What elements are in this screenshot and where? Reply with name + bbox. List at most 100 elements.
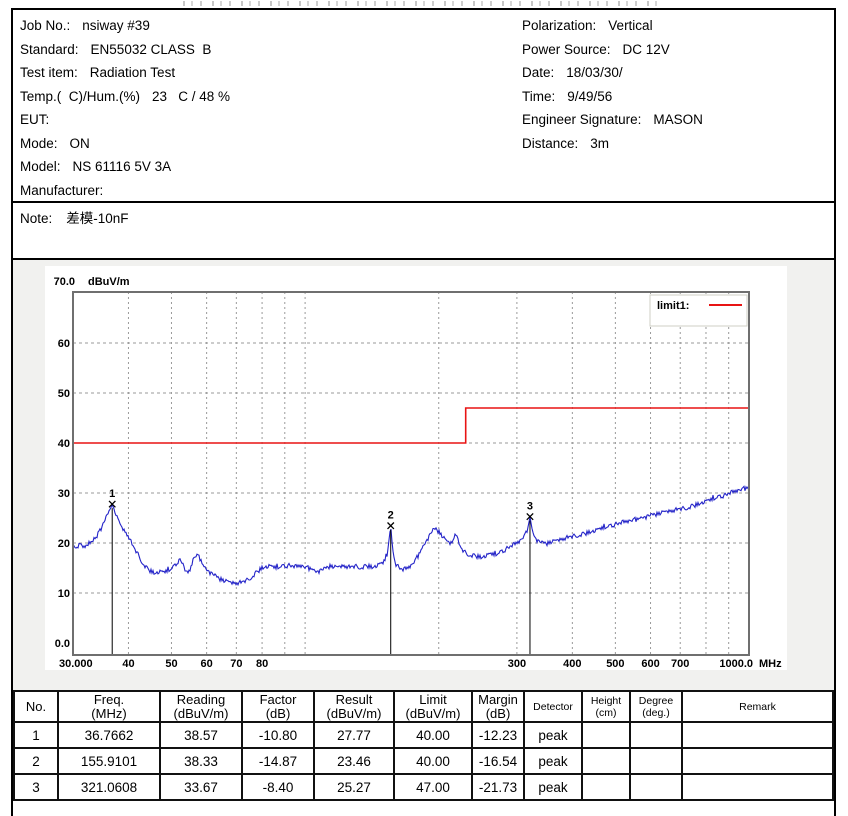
field-value: Radiation Test [90,65,175,80]
x-axis-tick-label: 700 [671,658,689,670]
peak-marker-cross-1 [109,501,115,507]
results-table-header-row: No.Freq.(MHz)Reading(dBuV/m)Factor(dB)Re… [14,691,833,722]
results-table-wrap: No.Freq.(MHz)Reading(dBuV/m)Factor(dB)Re… [13,690,834,801]
plot-frame [73,292,749,655]
header-field: Model:NS 61116 5V 3A [20,155,230,179]
note-value: 差模-10nF [66,211,128,226]
field-value: nsiway #39 [82,18,150,33]
result-cell: 47.00 [394,774,472,800]
result-cell [630,774,682,800]
column-header: Degree(deg.) [630,691,682,722]
field-value: ON [70,136,90,151]
x-axis-tick-label: 30.000 [59,658,93,670]
header-field: Time:9/49/56 [522,85,703,109]
y-axis-tick-label: 30 [58,488,70,500]
x-axis-tick-label: 80 [256,658,268,670]
header-field: Mode: ON [20,132,230,156]
y-axis-tick-label: 40 [58,438,70,450]
column-header: No. [14,691,58,722]
field-value: 9/49/56 [567,89,612,104]
clipped-top-text [183,1,658,6]
field-label: Mode: [20,136,58,151]
result-cell: 36.7662 [58,722,160,748]
result-cell: -12.23 [472,722,524,748]
field-label: Engineer Signature: [522,112,641,127]
result-cell: -21.73 [472,774,524,800]
x-axis-tick-label: 50 [165,658,177,670]
field-label: Standard: [20,42,79,57]
header-field: Standard:EN55032 CLASS B [20,38,230,62]
field-label: Date: [522,65,554,80]
x-axis-unit-label: MHz [759,658,782,670]
header-divider [13,201,834,203]
result-row: 3321.060833.67-8.4025.2747.00-21.73peak [14,774,833,800]
chart-section: 12370.06050403020100.0dBuV/m30.000405060… [13,260,834,690]
result-cell: -8.40 [242,774,314,800]
field-label: EUT: [20,112,49,127]
result-cell [582,748,630,774]
header-field: Engineer Signature: MASON [522,108,703,132]
x-axis-tick-label: 600 [641,658,659,670]
column-header: Limit(dBuV/m) [394,691,472,722]
legend-label: limit1: [657,300,689,312]
result-row: 2155.910138.33-14.8723.4640.00-16.54peak [14,748,833,774]
header-info-left: Job No.:nsiway #39Standard:EN55032 CLASS… [20,14,230,202]
result-cell: 23.46 [314,748,394,774]
result-cell: 40.00 [394,748,472,774]
result-row: 136.766238.57-10.8027.7740.00-12.23peak [14,722,833,748]
result-cell [582,722,630,748]
field-label: Manufacturer: [20,183,103,198]
field-value: MASON [653,112,703,127]
result-cell [630,748,682,774]
result-cell: -10.80 [242,722,314,748]
header-info-right: Polarization: Vertical Power Source:DC 12V… [522,14,703,155]
spectrum-chart-svg: 12370.06050403020100.0dBuV/m30.000405060… [45,266,787,670]
y-axis-unit-label: dBuV/m [88,276,130,288]
column-header: Margin(dB) [472,691,524,722]
peak-marker-number-2: 2 [388,510,394,522]
y-axis-tick-label: 60 [58,338,70,350]
column-header: Reading(dBuV/m) [160,691,242,722]
result-cell [630,722,682,748]
result-cell: 321.0608 [58,774,160,800]
result-cell [582,774,630,800]
x-axis-tick-label: 400 [563,658,581,670]
result-cell: 40.00 [394,722,472,748]
result-cell: 1 [14,722,58,748]
result-cell: -16.54 [472,748,524,774]
result-cell: 155.9101 [58,748,160,774]
x-axis-tick-label: 300 [508,658,526,670]
peak-marker-number-1: 1 [109,488,115,500]
peak-marker-cross-2 [388,523,394,529]
column-header: Remark [682,691,833,722]
header-field: EUT: [20,108,230,132]
x-axis-tick-label: 1000.0 [719,658,753,670]
result-cell: 38.33 [160,748,242,774]
result-cell: -14.87 [242,748,314,774]
header-field: Date: 18/03/30/ [522,61,703,85]
header-field: Temp.( C)/Hum.(%)23 C / 48 % [20,85,230,109]
field-value: 18/03/30/ [566,65,622,80]
y-axis-tick-label: 50 [58,388,70,400]
x-axis-tick-label: 70 [230,658,242,670]
field-value: DC 12V [623,42,670,57]
result-cell: 2 [14,748,58,774]
field-label: Test item: [20,65,78,80]
field-value: Vertical [608,18,652,33]
result-cell: 33.67 [160,774,242,800]
header-field: Manufacturer: [20,179,230,203]
field-value: NS 61116 5V 3A [73,159,172,174]
result-cell: peak [524,748,582,774]
header-field: Job No.:nsiway #39 [20,14,230,38]
emission-trace [73,486,749,584]
note-label: Note: [20,211,52,226]
field-label: Polarization: [522,18,596,33]
y-axis-tick-label: 70.0 [54,276,75,288]
header-field: Power Source:DC 12V [522,38,703,62]
x-axis-tick-label: 500 [606,658,624,670]
column-header: Result(dBuV/m) [314,691,394,722]
header-field: Polarization: Vertical [522,14,703,38]
result-cell [682,774,833,800]
result-cell [682,748,833,774]
header-field: Test item: Radiation Test [20,61,230,85]
